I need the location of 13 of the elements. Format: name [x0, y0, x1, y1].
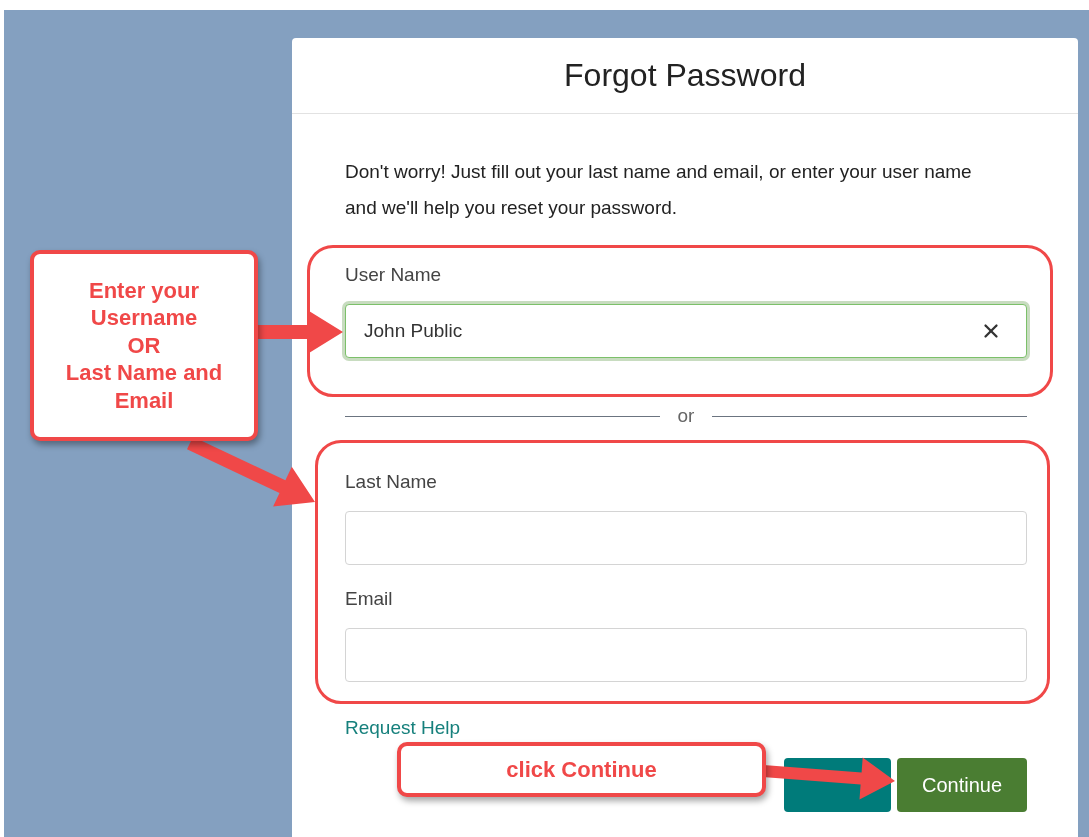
- help-link[interactable]: Request Help: [345, 716, 461, 740]
- input-field[interactable]: [345, 628, 1027, 682]
- field-label: User Name: [345, 263, 442, 287]
- field-label: Email: [345, 587, 393, 611]
- callout-note: Enter your Username OR Last Name and Email: [30, 250, 258, 441]
- intro-text: Don't worry! Just fill out your last name and email, or enter your user name and we'll help you reset your password.: [345, 160, 973, 220]
- input-field[interactable]: [345, 511, 1027, 565]
- continue-button[interactable]: Continue: [897, 758, 1027, 812]
- divider-text: or: [677, 405, 695, 427]
- callout-note: click Continue: [397, 742, 766, 797]
- input-field[interactable]: John Public: [345, 304, 1027, 358]
- field-label: Last Name: [345, 470, 437, 494]
- dialog-title: Forgot Password: [564, 57, 806, 94]
